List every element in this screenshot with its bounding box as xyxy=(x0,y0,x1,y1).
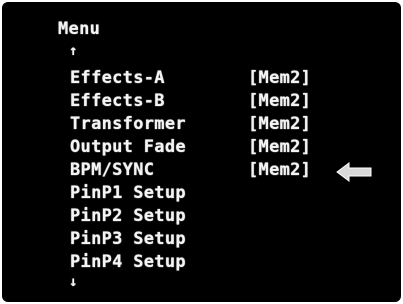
left-arrow-icon xyxy=(336,162,372,182)
menu-item-label: Output Fade xyxy=(70,137,186,157)
menu-item-label: PinP4 Setup xyxy=(70,252,186,272)
menu-item-label: Effects-B xyxy=(70,91,165,111)
menu-item-pinp2-setup[interactable]: PinP2 Setup xyxy=(70,207,186,226)
menu-item-memory: [Mem2] xyxy=(248,114,312,134)
menu-item-memory: [Mem2] xyxy=(248,68,312,88)
menu-item-label: Transformer xyxy=(70,114,186,134)
menu-item-label: PinP1 Setup xyxy=(70,183,186,203)
menu-item-label: PinP2 Setup xyxy=(70,206,186,226)
menu-item-output-fade[interactable]: Output Fade [Mem2] xyxy=(70,138,311,157)
scroll-down-icon[interactable]: ↓ xyxy=(69,273,78,291)
menu-title: Menu xyxy=(58,19,101,39)
menu-item-transformer[interactable]: Transformer [Mem2] xyxy=(70,115,311,134)
menu-item-bpm-sync[interactable]: BPM/SYNC [Mem2] xyxy=(70,161,311,180)
menu-item-effects-a[interactable]: Effects-A [Mem2] xyxy=(70,69,311,88)
menu-item-pinp3-setup[interactable]: PinP3 Setup xyxy=(70,230,186,249)
osd-screen: Menu ↑ Effects-A [Mem2] Effects-B [Mem2]… xyxy=(2,2,401,302)
menu-item-memory: [Mem2] xyxy=(248,137,312,157)
menu-item-pinp1-setup[interactable]: PinP1 Setup xyxy=(70,184,186,203)
menu-item-memory: [Mem2] xyxy=(248,160,312,180)
menu-item-memory: [Mem2] xyxy=(248,91,312,111)
menu-item-label: Effects-A xyxy=(70,68,165,88)
menu-item-pinp4-setup[interactable]: PinP4 Setup xyxy=(70,253,186,272)
scroll-up-icon[interactable]: ↑ xyxy=(69,42,78,60)
menu-item-label: BPM/SYNC xyxy=(70,160,155,180)
menu-item-label: PinP3 Setup xyxy=(70,229,186,249)
menu-item-effects-b[interactable]: Effects-B [Mem2] xyxy=(70,92,311,111)
